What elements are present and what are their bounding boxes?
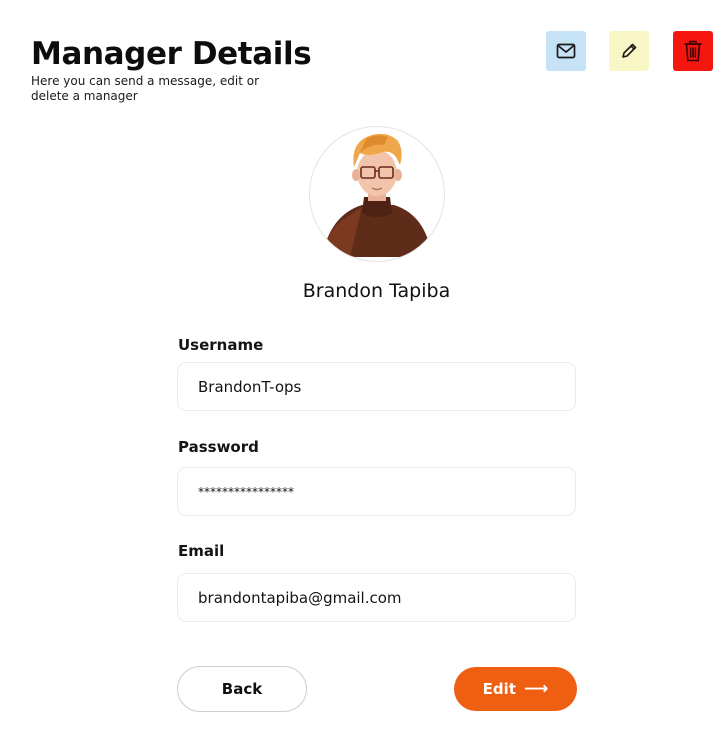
send-message-button[interactable]	[546, 31, 586, 71]
username-label: Username	[178, 336, 264, 354]
edit-button[interactable]: Edit ⟶	[454, 667, 577, 711]
email-label: Email	[178, 542, 225, 560]
mail-icon	[556, 43, 576, 59]
pencil-icon	[622, 43, 637, 58]
delete-manager-button[interactable]	[673, 31, 713, 71]
password-field[interactable]: ****************	[177, 467, 576, 516]
avatar	[309, 126, 445, 262]
password-label: Password	[178, 438, 259, 456]
username-field[interactable]: BrandonT-ops	[177, 362, 576, 411]
email-value: brandontapiba@gmail.com	[198, 588, 402, 607]
manager-avatar-illustration	[322, 133, 432, 257]
back-button[interactable]: Back	[177, 666, 307, 712]
arrow-right-icon: ⟶	[523, 679, 549, 699]
trash-icon	[684, 40, 702, 62]
password-value: ****************	[198, 484, 294, 499]
page-subtitle: Here you can send a message, edit or del…	[31, 74, 260, 103]
page-title: Manager Details	[31, 36, 312, 72]
email-field[interactable]: brandontapiba@gmail.com	[177, 573, 576, 622]
edit-button-label: Edit	[482, 680, 516, 698]
back-button-label: Back	[221, 680, 263, 698]
username-value: BrandonT-ops	[198, 377, 302, 396]
edit-manager-button[interactable]	[609, 31, 649, 71]
manager-name: Brandon Tapiba	[302, 280, 451, 302]
